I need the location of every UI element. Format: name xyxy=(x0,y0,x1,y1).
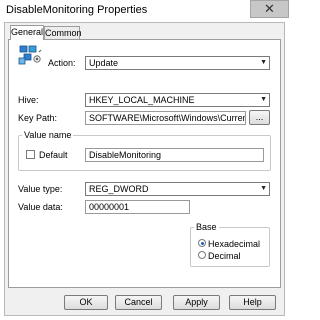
default-label: Default xyxy=(39,150,68,160)
chevron-down-icon: ▼ xyxy=(260,96,267,103)
key-path-input[interactable]: SOFTWARE\Microsoft\Windows\CurrentVersio xyxy=(85,111,246,125)
value-type-select[interactable]: REG_DWORD ▼ xyxy=(85,182,270,196)
key-path-label: Key Path: xyxy=(18,113,58,123)
action-label: Action: xyxy=(48,58,76,68)
registry-icon xyxy=(18,44,42,66)
tab-general[interactable]: General xyxy=(10,25,44,40)
decimal-label: Decimal xyxy=(208,251,241,261)
value-name-group-label: Value name xyxy=(22,130,74,140)
hexadecimal-label: Hexadecimal xyxy=(208,239,261,249)
apply-button[interactable]: Apply xyxy=(173,295,220,310)
action-value: Update xyxy=(89,58,119,68)
base-group-label: Base xyxy=(194,222,219,232)
value-type-value: REG_DWORD xyxy=(89,184,149,194)
hive-select[interactable]: HKEY_LOCAL_MACHINE ▼ xyxy=(85,93,270,107)
hive-label: Hive: xyxy=(18,95,39,105)
window-title: DisableMonitoring Properties xyxy=(6,4,148,16)
chevron-down-icon: ▼ xyxy=(260,59,267,66)
action-select[interactable]: Update ▼ xyxy=(85,56,270,70)
hexadecimal-radio[interactable] xyxy=(198,239,206,247)
browse-button[interactable]: ... xyxy=(249,110,270,125)
value-data-input[interactable]: 00000001 xyxy=(85,200,190,214)
help-button[interactable]: Help xyxy=(229,295,276,310)
default-checkbox[interactable] xyxy=(26,150,35,159)
chevron-down-icon: ▼ xyxy=(260,185,267,192)
ok-button[interactable]: OK xyxy=(64,295,108,310)
cancel-button[interactable]: Cancel xyxy=(115,295,162,310)
close-button[interactable]: ✕ xyxy=(250,0,289,18)
hive-value: HKEY_LOCAL_MACHINE xyxy=(89,95,195,105)
decimal-radio[interactable] xyxy=(198,251,206,259)
value-name-input[interactable]: DisableMonitoring xyxy=(85,148,264,162)
tab-common[interactable]: Common xyxy=(44,26,82,40)
value-type-label: Value type: xyxy=(18,184,63,194)
value-data-label: Value data: xyxy=(18,202,63,212)
